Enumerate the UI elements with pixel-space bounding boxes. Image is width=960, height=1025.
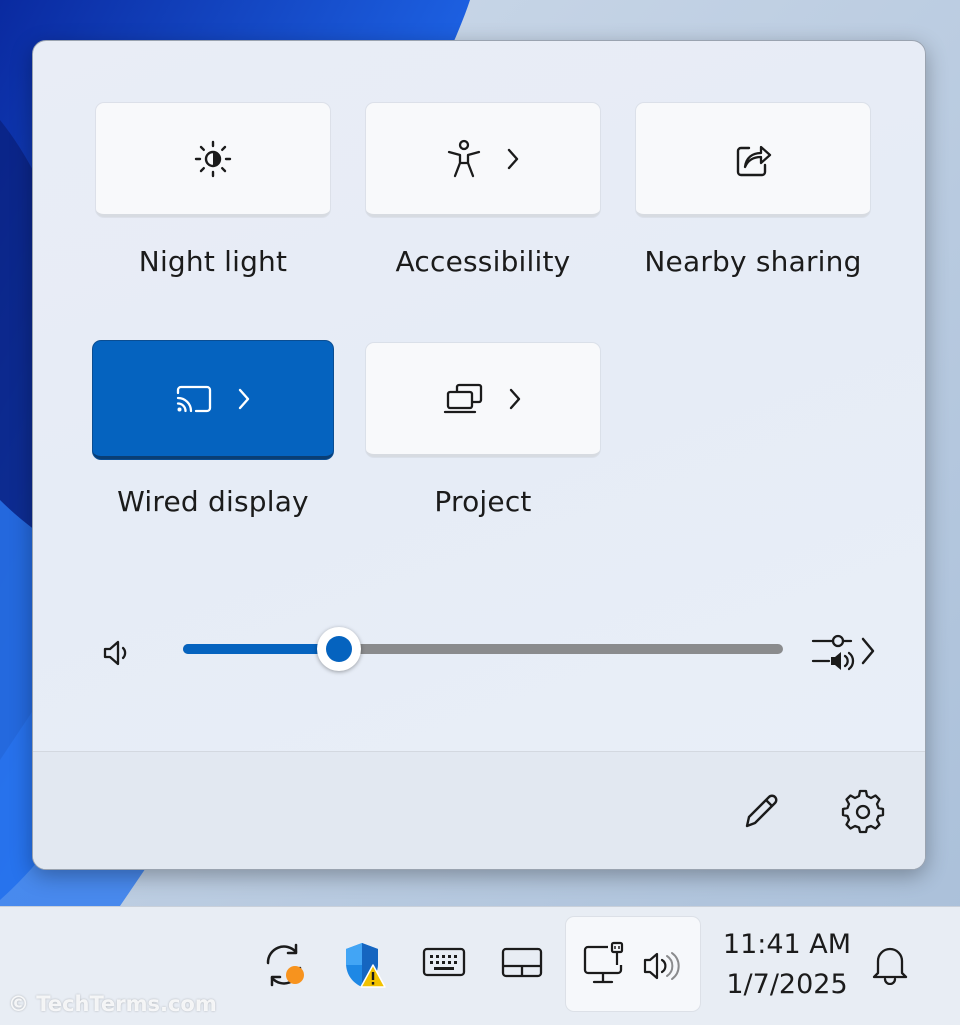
watermark: © TechTerms.com xyxy=(8,992,217,1016)
tile-label: Nearby sharing xyxy=(644,245,862,278)
volume-slider-fill xyxy=(183,644,339,654)
shield-warning-icon xyxy=(346,943,386,988)
bell-icon xyxy=(872,947,908,986)
audio-output-button[interactable] xyxy=(809,631,881,679)
wired-display-button[interactable] xyxy=(93,341,333,459)
chevron-right-icon xyxy=(238,388,250,409)
audio-mixer-icon xyxy=(811,634,875,671)
tile-night-light: Night light xyxy=(93,103,333,278)
accessibility-button[interactable] xyxy=(366,103,600,217)
flyout-footer xyxy=(33,751,925,869)
notifications-button[interactable] xyxy=(870,943,910,989)
touch-keyboard-button[interactable] xyxy=(422,945,466,983)
quick-settings-flyout: Night light Accessibility Nearby sharing xyxy=(32,40,926,870)
night-light-toggle[interactable] xyxy=(96,103,330,217)
tile-label: Project xyxy=(434,485,532,518)
sync-icon xyxy=(266,943,304,987)
pencil-icon xyxy=(745,794,778,828)
tile-label: Night light xyxy=(138,245,288,278)
cast-icon xyxy=(176,385,212,412)
tile-nearby-sharing: Nearby sharing xyxy=(633,103,873,278)
clock-time[interactable]: 11:41 AM xyxy=(712,929,862,960)
clock-date[interactable]: 1/7/2025 xyxy=(712,969,862,1000)
windows-security-button[interactable] xyxy=(342,941,386,995)
tile-project: Project xyxy=(363,343,603,518)
volume-icon xyxy=(643,952,680,980)
tile-label: Accessibility xyxy=(395,245,571,278)
gear-icon xyxy=(841,789,885,834)
nearby-sharing-toggle[interactable] xyxy=(636,103,870,217)
quick-settings-tray-button[interactable] xyxy=(566,917,700,1011)
settings-button[interactable] xyxy=(839,788,887,836)
touchpad-button[interactable] xyxy=(500,945,544,983)
sun-icon xyxy=(194,140,232,177)
windows-update-button[interactable] xyxy=(262,941,310,993)
tile-accessibility: Accessibility xyxy=(363,103,603,278)
chevron-right-icon xyxy=(509,388,521,409)
ethernet-icon xyxy=(583,941,624,984)
chevron-right-icon xyxy=(507,148,519,169)
touchpad-icon xyxy=(501,947,543,978)
tile-wired-display: Wired display xyxy=(93,341,333,518)
project-button[interactable] xyxy=(366,343,600,457)
volume-slider-thumb[interactable] xyxy=(317,627,361,671)
accessibility-icon xyxy=(447,139,481,177)
keyboard-icon xyxy=(422,947,466,977)
tile-label: Wired display xyxy=(117,485,309,518)
project-icon xyxy=(443,383,483,413)
mute-button[interactable] xyxy=(101,637,133,673)
speaker-icon xyxy=(103,640,127,666)
share-icon xyxy=(736,145,772,176)
volume-slider[interactable] xyxy=(183,627,783,671)
edit-quick-settings-button[interactable] xyxy=(737,788,785,836)
